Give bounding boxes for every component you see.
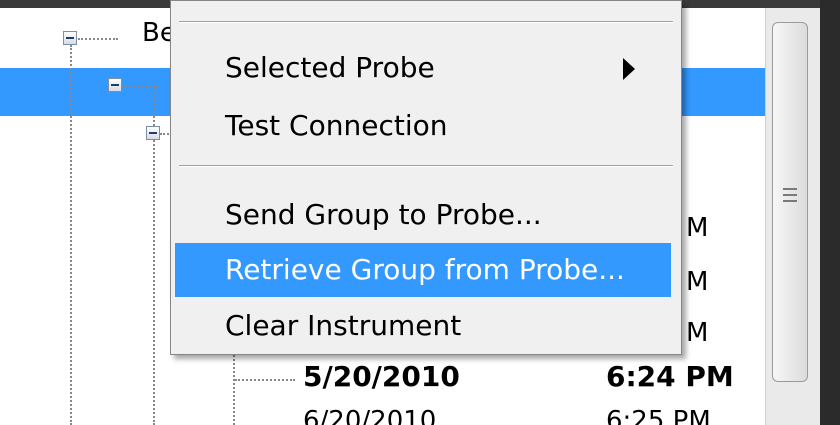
partial-time-text: M	[686, 267, 709, 297]
grip-icon	[783, 200, 797, 202]
menu-item-retrieve-group[interactable]: Retrieve Group from Probe...	[175, 243, 671, 297]
entry-date[interactable]: 5/20/2010	[303, 360, 460, 393]
grip-icon	[783, 194, 797, 196]
tree-line	[122, 85, 158, 87]
collapse-toggle-icon[interactable]	[146, 126, 160, 140]
menu-item-label: Selected Probe	[225, 51, 435, 84]
menu-item-label: Send Group to Probe...	[225, 198, 542, 231]
submenu-arrow-icon	[623, 58, 635, 80]
grip-icon	[783, 188, 797, 190]
entry-time[interactable]: 6:24 PM	[606, 360, 734, 393]
screen: Be M M M 5/20/2010 6:24 PM 6/20/2010 6:2…	[0, 0, 840, 425]
entry-date[interactable]: 6/20/2010	[303, 406, 436, 425]
menu-item-label: Clear Instrument	[225, 309, 462, 342]
vertical-scrollbar[interactable]	[765, 8, 820, 425]
partial-time-text: M	[686, 318, 709, 348]
tree-line	[78, 38, 118, 40]
collapse-toggle-icon[interactable]	[108, 78, 122, 92]
menu-item-label: Test Connection	[225, 109, 448, 142]
tree-line	[235, 379, 295, 381]
scrollbar-thumb[interactable]	[772, 22, 808, 382]
collapse-toggle-icon[interactable]	[63, 31, 77, 45]
menu-separator	[179, 165, 673, 167]
menu-separator	[179, 21, 673, 23]
menu-item-test-connection[interactable]: Test Connection	[175, 99, 671, 153]
context-menu: Selected Probe Test Connection Send Grou…	[170, 0, 682, 355]
menu-item-label: Retrieve Group from Probe...	[225, 253, 625, 286]
menu-item-selected-probe[interactable]: Selected Probe	[175, 41, 671, 95]
menu-item-send-group[interactable]: Send Group to Probe...	[175, 188, 671, 242]
partial-time-text: M	[686, 213, 709, 243]
menu-item-clear-instrument[interactable]: Clear Instrument	[175, 299, 671, 353]
entry-time[interactable]: 6:25 PM	[606, 406, 711, 425]
window-edge	[820, 0, 840, 425]
tree-line	[70, 45, 72, 425]
